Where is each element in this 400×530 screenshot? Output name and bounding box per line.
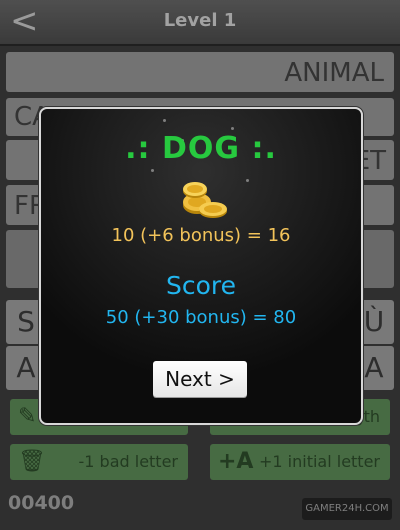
sparkle bbox=[246, 179, 249, 182]
solved-word: .: DOG :. bbox=[125, 131, 277, 166]
sparkle bbox=[163, 119, 166, 122]
score-title: Score bbox=[165, 271, 237, 300]
next-button[interactable]: Next > bbox=[153, 361, 247, 397]
result-dialog: .: DOG :. 10 (+6 bonus) = 16 Score 50 (+… bbox=[39, 107, 363, 425]
sparkle bbox=[231, 127, 234, 130]
coins-earned-text: 10 (+6 bonus) = 16 bbox=[111, 225, 291, 246]
score-earned-text: 50 (+30 bonus) = 80 bbox=[105, 307, 297, 328]
sparkle bbox=[151, 169, 154, 172]
coins-icon bbox=[183, 182, 227, 218]
